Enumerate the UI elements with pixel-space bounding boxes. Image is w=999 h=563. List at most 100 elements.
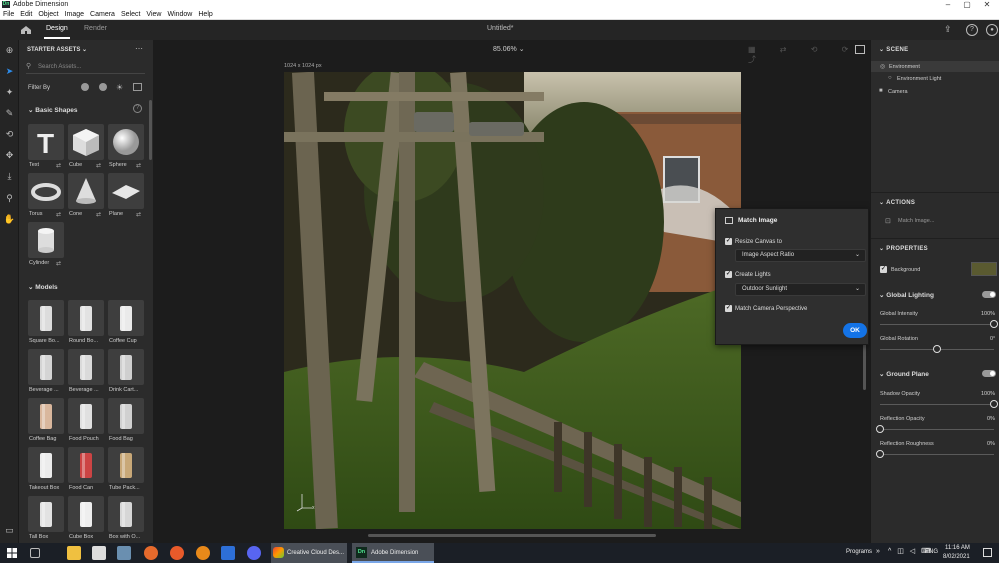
asset-tile[interactable]: [68, 398, 104, 434]
task-view-icon[interactable]: [30, 548, 40, 558]
filter-models-icon[interactable]: [81, 83, 89, 91]
close-icon[interactable]: ✕: [977, 0, 997, 9]
filter-lights-icon[interactable]: ☀: [116, 83, 123, 92]
brave-icon[interactable]: [170, 546, 184, 560]
tab-design[interactable]: Design: [46, 25, 68, 32]
scene-header[interactable]: ⌄ SCENE: [879, 46, 908, 53]
scene-item-environment[interactable]: ◎ Environment: [871, 61, 999, 72]
magic-wand-icon[interactable]: ✦: [3, 86, 16, 99]
account-icon[interactable]: ●: [986, 24, 998, 36]
resize-canvas-checkbox[interactable]: ✓: [725, 238, 732, 245]
asset-tile[interactable]: [28, 496, 64, 532]
asset-tile[interactable]: [28, 398, 64, 434]
asset-tile[interactable]: [28, 447, 64, 483]
tab-render[interactable]: Render: [84, 25, 107, 32]
menu-edit[interactable]: Edit: [17, 9, 35, 20]
shadow-opacity-slider[interactable]: [990, 400, 998, 408]
asset-tile[interactable]: [108, 173, 144, 209]
assets-scrollbar[interactable]: [149, 100, 152, 160]
menu-camera[interactable]: Camera: [87, 9, 118, 20]
asset-tile[interactable]: [108, 349, 144, 385]
asset-tile[interactable]: [68, 300, 104, 336]
notifications-icon[interactable]: [983, 548, 992, 557]
swap-icon[interactable]: ⇄: [56, 260, 61, 267]
help-icon[interactable]: ?: [966, 24, 978, 36]
asset-tile[interactable]: [108, 447, 144, 483]
filter-materials-icon[interactable]: [99, 83, 107, 91]
background-image[interactable]: x: [284, 72, 741, 529]
info-icon[interactable]: ?: [133, 104, 142, 113]
resize-canvas-dropdown[interactable]: Image Aspect Ratio ⌄: [735, 249, 866, 262]
menu-file[interactable]: File: [0, 9, 17, 20]
drop-to-ground-icon[interactable]: ⤓: [3, 170, 16, 183]
global-intensity-slider[interactable]: [990, 320, 998, 328]
ground-plane-header[interactable]: ⌄ Ground Plane: [879, 370, 929, 378]
home-icon[interactable]: [20, 25, 32, 35]
global-lighting-header[interactable]: ⌄ Global Lighting: [879, 291, 934, 299]
asset-tile[interactable]: [108, 398, 144, 434]
swap-icon[interactable]: ⇄: [96, 162, 101, 169]
filter-images-icon[interactable]: [133, 83, 142, 91]
basic-shapes-header[interactable]: ⌄ Basic Shapes: [28, 106, 78, 114]
menu-object[interactable]: Object: [35, 9, 61, 20]
menu-help[interactable]: Help: [195, 9, 215, 20]
more-options-icon[interactable]: ⋯: [135, 44, 143, 53]
background-thumbnail[interactable]: [971, 262, 997, 276]
share-icon[interactable]: ⇪: [944, 24, 958, 36]
file-explorer-icon[interactable]: [67, 546, 81, 560]
swap-icon[interactable]: ⇄: [136, 211, 141, 218]
global-rotation-slider[interactable]: [933, 345, 941, 353]
asset-tile[interactable]: [68, 447, 104, 483]
add-icon[interactable]: ⊕: [3, 44, 16, 57]
canvas-vscrollbar[interactable]: [863, 340, 866, 390]
select-tool-icon[interactable]: ➤: [3, 65, 16, 78]
clock-date[interactable]: 8/02/2021: [943, 554, 970, 560]
asset-tile[interactable]: [28, 173, 64, 209]
overflow-chevron-icon[interactable]: »: [876, 548, 880, 555]
rotate-tool-icon[interactable]: ⟲: [3, 128, 16, 141]
starter-assets-header[interactable]: STARTER ASSETS ⌄: [27, 46, 87, 53]
minimize-icon[interactable]: –: [938, 0, 958, 9]
sampler-tool-icon[interactable]: ✎: [3, 107, 16, 120]
zoom-icon[interactable]: ⚲: [3, 192, 16, 205]
clock-time[interactable]: 11:16 AM: [945, 545, 970, 551]
swap-icon[interactable]: ⇄: [136, 162, 141, 169]
properties-header[interactable]: ⌄ PROPERTIES: [879, 245, 928, 252]
asset-tile[interactable]: [28, 300, 64, 336]
reflection-opacity-slider[interactable]: [876, 425, 884, 433]
hand-tool-icon[interactable]: ✋: [3, 213, 16, 226]
global-lighting-toggle[interactable]: [982, 291, 996, 298]
asset-tile[interactable]: [108, 300, 144, 336]
asset-tile[interactable]: [68, 349, 104, 385]
swap-icon[interactable]: ⇄: [56, 211, 61, 218]
firefox-icon[interactable]: [144, 546, 158, 560]
store-icon[interactable]: [92, 546, 106, 560]
create-lights-dropdown[interactable]: Outdoor Sunlight ⌄: [735, 283, 866, 296]
models-header[interactable]: ⌄ Models: [28, 283, 58, 291]
blender-icon[interactable]: [196, 546, 210, 560]
actions-header[interactable]: ⌄ ACTIONS: [879, 199, 915, 206]
app-icon[interactable]: [221, 546, 235, 560]
menu-image[interactable]: Image: [62, 9, 87, 20]
background-checkbox[interactable]: ✓: [880, 266, 887, 273]
windows-start-icon[interactable]: [7, 548, 17, 558]
canvas-hscrollbar[interactable]: [368, 534, 656, 537]
move-tool-icon[interactable]: ✥: [3, 149, 16, 162]
reflection-roughness-slider[interactable]: [876, 450, 884, 458]
asset-tile[interactable]: [28, 349, 64, 385]
menu-view[interactable]: View: [143, 9, 164, 20]
asset-tile[interactable]: [68, 173, 104, 209]
menu-select[interactable]: Select: [118, 9, 143, 20]
asset-tile[interactable]: [68, 496, 104, 532]
language-indicator[interactable]: ENG: [925, 549, 938, 555]
create-lights-checkbox[interactable]: ✓: [725, 271, 732, 278]
asset-tile[interactable]: [28, 222, 64, 258]
discord-icon[interactable]: [247, 546, 261, 560]
match-perspective-checkbox[interactable]: ✓: [725, 305, 732, 312]
search-input[interactable]: ⚲ Search Assets...: [26, 62, 145, 74]
taskbar-app-dimension[interactable]: Dn Adobe Dimension: [352, 543, 434, 563]
zoom-level[interactable]: 85.06% ⌄: [493, 45, 525, 53]
panel-toggle-icon[interactable]: ▭: [3, 524, 16, 537]
asset-tile[interactable]: [68, 124, 104, 160]
maximize-icon[interactable]: ▢: [957, 0, 977, 9]
